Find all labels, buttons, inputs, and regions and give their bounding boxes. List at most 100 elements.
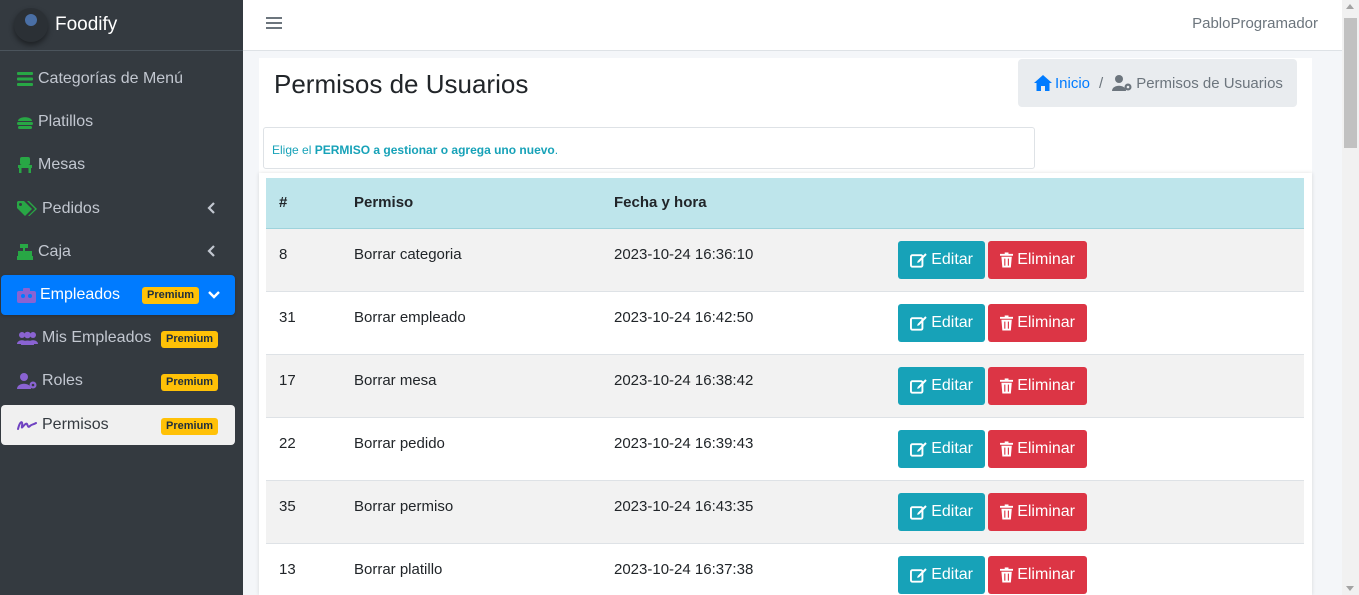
scroll-down-arrow-icon[interactable] xyxy=(1346,586,1354,591)
cell-actions: Editar Eliminar xyxy=(898,228,1304,291)
edit-button[interactable]: Editar xyxy=(898,429,985,468)
sidebar-item-label: Categorías de Menú xyxy=(38,70,183,87)
sidebar-item-label: Permisos xyxy=(42,416,109,433)
sidebar-item-roles[interactable]: Roles Premium xyxy=(1,361,235,401)
cell-actions: Editar Eliminar xyxy=(898,543,1304,595)
delete-button[interactable]: Eliminar xyxy=(988,492,1087,531)
cell-permiso: Borrar categoria xyxy=(354,245,462,263)
cell-fecha: 2023-10-24 16:38:42 xyxy=(614,371,754,389)
cell-id: 31 xyxy=(279,308,296,326)
sidebar-item-empleados[interactable]: Empleados Premium xyxy=(1,275,235,315)
premium-badge: Premium xyxy=(161,418,219,435)
edit-button-label: Editar xyxy=(931,313,973,331)
cell-id: 22 xyxy=(279,434,296,452)
table-row: 31 Borrar empleado 2023-10-24 16:42:50 E… xyxy=(266,291,1304,354)
sidebar-item-platillos[interactable]: Platillos xyxy=(1,102,235,142)
chevron-down-icon xyxy=(208,291,220,299)
table-row: 8 Borrar categoria 2023-10-24 16:36:10 E… xyxy=(266,228,1304,291)
edit-button[interactable]: Editar xyxy=(898,366,985,405)
delete-button[interactable]: Eliminar xyxy=(988,429,1087,468)
delete-button[interactable]: Eliminar xyxy=(988,303,1087,342)
edit-button-label: Editar xyxy=(931,565,973,583)
permissions-card: # Permiso Fecha y hora 8 Borrar categori… xyxy=(259,173,1312,595)
column-header-fecha: Fecha y hora xyxy=(601,178,898,229)
edit-button[interactable]: Editar xyxy=(898,492,985,531)
sidebar-item-label: Caja xyxy=(38,243,71,260)
table-row: 35 Borrar permiso 2023-10-24 16:43:35 Ed… xyxy=(266,480,1304,543)
brand-logo xyxy=(14,8,48,42)
delete-button-label: Eliminar xyxy=(1017,313,1075,331)
table-header-row: # Permiso Fecha y hora xyxy=(266,178,1304,229)
brand-name: Foodify xyxy=(55,14,118,35)
column-header-actions xyxy=(898,178,1304,229)
cell-permiso: Borrar mesa xyxy=(354,371,437,389)
sidebar-item-permisos[interactable]: Permisos Premium xyxy=(1,405,235,445)
sidebar: Foodify Categorías de Menú Platillos Mes… xyxy=(0,0,243,595)
edit-button-label: Editar xyxy=(931,502,973,520)
premium-badge: Premium xyxy=(161,374,219,391)
table-row: 13 Borrar platillo 2023-10-24 16:37:38 E… xyxy=(266,543,1304,595)
sidebar-item-mis-empleados[interactable]: Mis Empleados Premium xyxy=(1,318,235,358)
breadcrumb-home-link[interactable]: Inicio xyxy=(1034,75,1090,92)
sidebar-item-pedidos[interactable]: Pedidos xyxy=(1,189,235,229)
trash-icon xyxy=(1000,251,1014,268)
cell-permiso: Borrar permiso xyxy=(354,497,454,515)
bars-icon xyxy=(16,70,34,88)
cash-register-icon xyxy=(16,243,34,261)
edit-button[interactable]: Editar xyxy=(898,240,985,279)
top-navbar: PabloProgramador xyxy=(243,0,1342,51)
user-menu[interactable]: PabloProgramador xyxy=(1192,15,1318,32)
delete-button-label: Eliminar xyxy=(1017,439,1075,457)
edit-button-label: Editar xyxy=(931,439,973,457)
edit-button-label: Editar xyxy=(931,250,973,268)
permissions-table: # Permiso Fecha y hora 8 Borrar categori… xyxy=(266,178,1304,595)
menu-toggle-icon[interactable] xyxy=(266,15,282,31)
delete-button-label: Eliminar xyxy=(1017,250,1075,268)
table-row: 17 Borrar mesa 2023-10-24 16:38:42 Edita… xyxy=(266,354,1304,417)
brand-link[interactable]: Foodify xyxy=(0,0,243,51)
info-prefix: Elige el xyxy=(272,143,315,157)
delete-button[interactable]: Eliminar xyxy=(988,366,1087,405)
sidebar-item-label: Platillos xyxy=(38,113,94,130)
cell-actions: Editar Eliminar xyxy=(898,480,1304,543)
cell-id: 13 xyxy=(279,560,296,578)
edit-icon xyxy=(910,315,927,331)
cell-fecha: 2023-10-24 16:37:38 xyxy=(614,560,754,578)
column-header-permiso: Permiso xyxy=(341,178,601,229)
sidebar-item-categorias[interactable]: Categorías de Menú xyxy=(1,59,235,99)
premium-badge: Premium xyxy=(142,287,200,304)
delete-button-label: Eliminar xyxy=(1017,565,1075,583)
breadcrumb-home-label: Inicio xyxy=(1055,74,1091,92)
cell-fecha: 2023-10-24 16:36:10 xyxy=(614,245,754,263)
info-end: . xyxy=(554,143,559,157)
trash-icon xyxy=(1000,377,1014,394)
sidebar-item-label: Empleados xyxy=(40,286,121,303)
sidebar-item-label: Mesas xyxy=(38,156,86,173)
delete-button[interactable]: Eliminar xyxy=(988,240,1087,279)
trash-icon xyxy=(1000,503,1014,520)
sidebar-item-caja[interactable]: Caja xyxy=(1,232,235,272)
user-cog-icon xyxy=(16,372,38,390)
edit-icon xyxy=(910,441,927,457)
cell-actions: Editar Eliminar xyxy=(898,354,1304,417)
content-header: Permisos de Usuarios Inicio / Permisos d… xyxy=(259,58,1312,173)
users-icon xyxy=(16,286,36,304)
breadcrumb-current: Permisos de Usuarios xyxy=(1112,75,1283,92)
chevron-left-icon xyxy=(207,202,215,214)
user-friends-icon xyxy=(16,329,38,347)
scroll-thumb[interactable] xyxy=(1344,18,1357,148)
sidebar-item-mesas[interactable]: Mesas xyxy=(1,145,235,185)
table-row: 22 Borrar pedido 2023-10-24 16:39:43 Edi… xyxy=(266,417,1304,480)
chair-icon xyxy=(16,156,34,174)
cell-fecha: 2023-10-24 16:43:35 xyxy=(614,497,754,515)
breadcrumb-current-label: Permisos de Usuarios xyxy=(1136,74,1283,92)
delete-button-label: Eliminar xyxy=(1017,376,1075,394)
edit-button[interactable]: Editar xyxy=(898,555,985,594)
edit-button[interactable]: Editar xyxy=(898,303,985,342)
page-scrollbar[interactable] xyxy=(1342,0,1359,595)
scroll-up-arrow-icon[interactable] xyxy=(1346,4,1354,9)
delete-button-label: Eliminar xyxy=(1017,502,1075,520)
user-cog-icon xyxy=(1112,75,1132,91)
delete-button[interactable]: Eliminar xyxy=(988,555,1087,594)
sidebar-item-label: Roles xyxy=(42,372,83,389)
